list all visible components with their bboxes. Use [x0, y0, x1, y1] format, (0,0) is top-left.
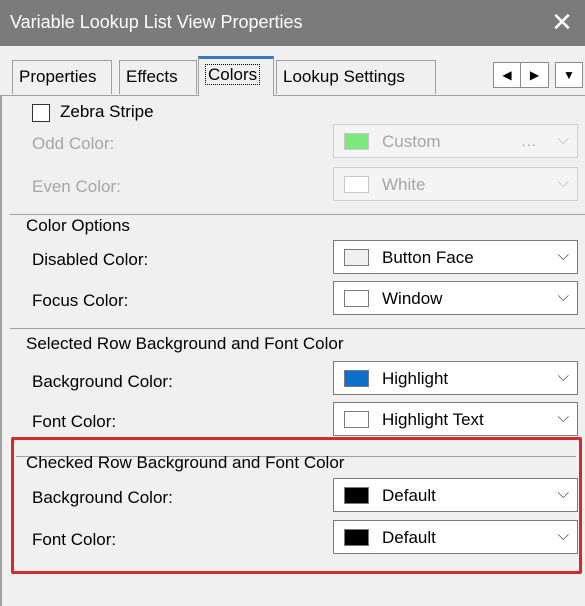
- odd-color-select[interactable]: Custom ... ⌵: [333, 124, 578, 158]
- disabled-color-label: Disabled Color:: [32, 250, 149, 269]
- chevron-down-icon: ⌵: [557, 288, 569, 305]
- close-icon[interactable]: ✕: [545, 6, 579, 40]
- chevron-down-icon: ⌵: [557, 485, 569, 502]
- even-color-value: White: [382, 175, 426, 194]
- color-options-title: Color Options: [26, 216, 130, 235]
- tab-colors[interactable]: Colors: [198, 56, 274, 96]
- even-color-select[interactable]: White ⌵: [333, 167, 578, 201]
- selected-background-label: Background Color:: [32, 372, 173, 391]
- tab-label: Colors: [205, 64, 261, 85]
- tab-effects[interactable]: Effects: [119, 60, 197, 94]
- window-title: Variable Lookup List View Properties: [10, 12, 303, 32]
- odd-color-label: Odd Color:: [32, 134, 115, 153]
- disabled-color-value: Button Face: [382, 248, 474, 267]
- focus-color-swatch: [344, 290, 369, 307]
- chevron-down-icon: ⌵: [557, 368, 569, 385]
- even-color-label: Even Color:: [32, 177, 121, 196]
- selected-background-value: Highlight: [382, 369, 449, 388]
- chevron-down-icon: ⌵: [557, 131, 569, 148]
- chevron-down-icon: ⌵: [557, 174, 569, 191]
- chevron-down-icon: ⌵: [557, 527, 569, 544]
- selected-background-select[interactable]: Highlight ⌵: [333, 361, 578, 395]
- checked-background-label: Background Color:: [32, 488, 173, 507]
- selected-font-swatch: [344, 411, 369, 428]
- more-icon[interactable]: ...: [521, 133, 537, 150]
- scroll-right-icon[interactable]: ▶: [521, 63, 548, 87]
- focus-color-label: Focus Color:: [32, 291, 129, 310]
- checked-font-label: Font Color:: [32, 530, 117, 549]
- odd-color-swatch: [344, 133, 369, 150]
- selected-font-label: Font Color:: [32, 412, 117, 431]
- chevron-down-icon: ⌵: [557, 409, 569, 426]
- even-color-swatch: [344, 176, 369, 193]
- selected-background-swatch: [344, 370, 369, 387]
- color-options-group: [10, 214, 585, 215]
- checked-font-value: Default: [382, 528, 436, 547]
- tab-properties[interactable]: Properties: [12, 60, 112, 94]
- zebra-stripe-label: Zebra Stripe: [60, 102, 154, 121]
- disabled-color-select[interactable]: Button Face ⌵: [333, 240, 578, 274]
- odd-color-value: Custom: [382, 132, 441, 151]
- tab-label: Properties: [19, 67, 97, 86]
- checked-font-select[interactable]: Default ⌵: [333, 520, 578, 554]
- selected-row-title: Selected Row Background and Font Color: [26, 334, 344, 353]
- focus-color-select[interactable]: Window ⌵: [333, 281, 578, 315]
- selected-font-value: Highlight Text: [382, 410, 484, 429]
- selected-row-group: [10, 328, 585, 329]
- chevron-down-icon: ⌵: [557, 247, 569, 264]
- window-titlebar: Variable Lookup List View Properties ✕: [0, 0, 585, 46]
- focus-color-value: Window: [382, 289, 443, 308]
- tab-lookup-settings[interactable]: Lookup Settings: [276, 60, 436, 94]
- checked-font-swatch: [344, 529, 369, 546]
- tab-label: Effects: [126, 67, 178, 86]
- disabled-color-swatch: [344, 249, 369, 266]
- tab-scroll-buttons: ◀ ▶: [493, 62, 549, 88]
- checked-background-value: Default: [382, 486, 436, 505]
- checked-background-swatch: [344, 487, 369, 504]
- zebra-stripe-checkbox[interactable]: [32, 104, 50, 122]
- selected-font-select[interactable]: Highlight Text ⌵: [333, 402, 578, 436]
- tab-menu-icon[interactable]: ▼: [555, 62, 583, 88]
- scroll-left-icon[interactable]: ◀: [494, 63, 521, 87]
- checked-row-title: Checked Row Background and Font Color: [26, 453, 345, 472]
- tab-label: Lookup Settings: [283, 67, 405, 86]
- checked-background-select[interactable]: Default ⌵: [333, 478, 578, 512]
